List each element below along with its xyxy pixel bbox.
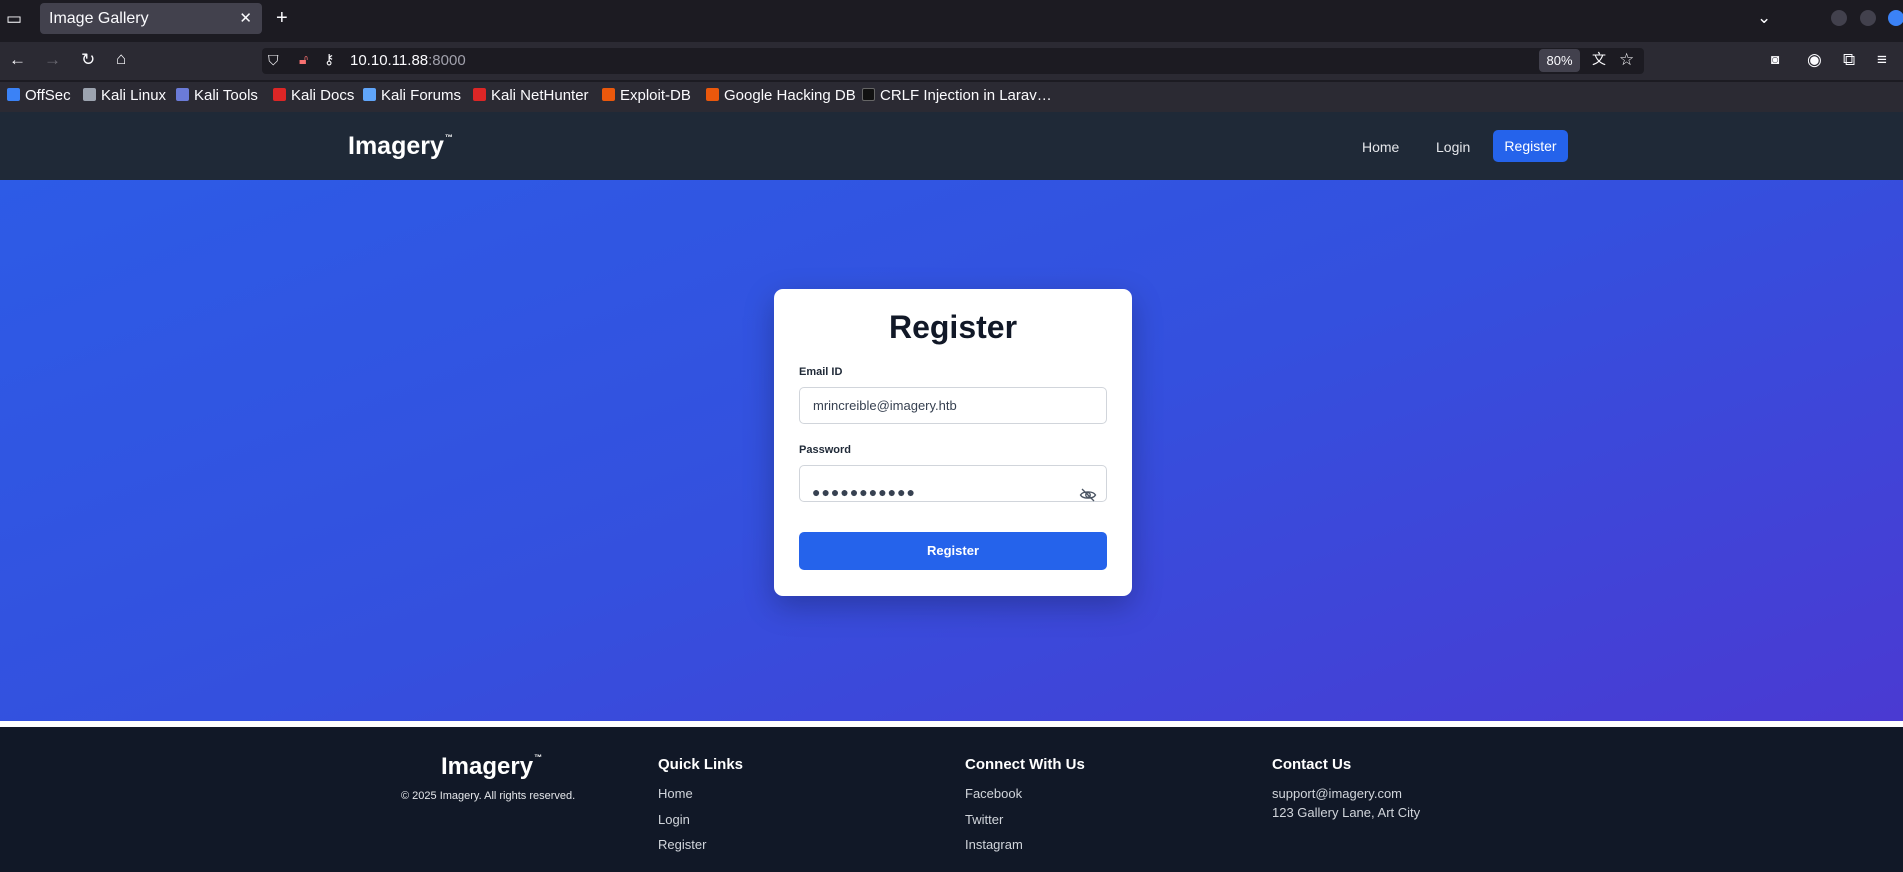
tab-title: Image Gallery — [49, 10, 149, 27]
close-icon[interactable]: ✕ — [239, 9, 252, 27]
url-text[interactable]: 10.10.11.88:8000 — [350, 52, 466, 69]
shield-icon[interactable]: ⛉ — [268, 53, 279, 67]
bookmark-label: Kali Linux — [101, 87, 167, 104]
footer-logo: Imagery™ — [441, 753, 542, 781]
password-label: Password — [799, 444, 851, 456]
nav-login-link[interactable]: Login — [1436, 139, 1470, 155]
menu-icon[interactable]: ≡ — [1877, 51, 1887, 68]
exploit-db-icon — [602, 88, 615, 101]
nav-home-link[interactable]: Home — [1362, 139, 1399, 155]
home-icon[interactable]: ⌂ — [116, 50, 126, 67]
lock-icon[interactable]: 🔓︎ — [299, 52, 308, 66]
quick-links-heading: Quick Links — [658, 756, 744, 773]
bookmark-kali-forums[interactable]: Kali Forums — [363, 87, 461, 104]
bookmark-label: Kali NetHunter — [491, 87, 589, 104]
bookmark-star-icon[interactable]: ☆ — [1619, 51, 1634, 68]
nethunter-icon — [473, 88, 486, 101]
footer-trademark: ™ — [534, 753, 543, 762]
close-window-button[interactable] — [1888, 10, 1903, 26]
toggle-password-visibility-icon[interactable] — [1079, 486, 1097, 504]
account-icon[interactable]: ◉ — [1807, 51, 1822, 68]
minimize-button[interactable] — [1831, 10, 1847, 26]
footer-link-register[interactable]: Register — [658, 837, 706, 852]
forward-icon[interactable]: → — [44, 51, 61, 68]
contact-address: 123 Gallery Lane, Art City — [1272, 805, 1421, 820]
register-card: Register Email ID Password ●●●●●●●●●●● R… — [774, 289, 1132, 596]
site-header — [0, 112, 1903, 180]
bookmark-kali-nethunter[interactable]: Kali NetHunter — [473, 87, 589, 104]
browser-tab-bar: ▭ Image Gallery ✕ + ⌄ — [0, 0, 1903, 37]
dev-icon — [862, 88, 875, 101]
email-label: Email ID — [799, 366, 843, 378]
kali-dragon-icon — [83, 88, 96, 101]
url-port: :8000 — [428, 52, 466, 69]
bookmark-google-hacking-db[interactable]: Google Hacking DB — [706, 87, 856, 104]
back-icon[interactable]: ← — [9, 51, 26, 68]
register-submit-button[interactable]: Register — [799, 532, 1107, 570]
bookmark-crlf-injection[interactable]: CRLF Injection in Larav… — [862, 87, 1052, 104]
footer-link-home[interactable]: Home — [658, 786, 693, 801]
bookmark-label: Kali Forums — [381, 87, 462, 104]
bookmark-label: OffSec — [25, 87, 71, 104]
password-value: ●●●●●●●●●●● — [812, 484, 917, 500]
kali-forums-icon — [363, 88, 376, 101]
kali-docs-icon — [273, 88, 286, 101]
bookmark-label: Kali Tools — [194, 87, 258, 104]
footer-link-instagram[interactable]: Instagram — [965, 837, 1023, 852]
brand-name: Imagery — [348, 132, 444, 160]
bookmark-exploit-db[interactable]: Exploit-DB — [602, 87, 691, 104]
bookmark-label: Exploit-DB — [620, 87, 691, 104]
url-bar[interactable] — [262, 48, 1644, 74]
footer-brand-name: Imagery — [441, 753, 534, 780]
connect-heading: Connect With Us — [965, 756, 1085, 773]
footer-link-login[interactable]: Login — [658, 812, 690, 827]
tab-overview-icon[interactable]: ▭ — [6, 10, 22, 27]
bookmark-label: Kali Docs — [291, 87, 355, 104]
register-title: Register — [888, 309, 1018, 345]
trademark: ™ — [444, 133, 453, 142]
browser-tab[interactable]: Image Gallery ✕ — [40, 3, 262, 34]
translate-icon[interactable]: 文 — [1592, 52, 1606, 66]
pocket-icon[interactable]: ◙ — [1771, 52, 1779, 66]
tab-list-chevron-icon[interactable]: ⌄ — [1757, 9, 1771, 26]
footer-link-facebook[interactable]: Facebook — [965, 786, 1022, 801]
site-logo[interactable]: Imagery™ — [348, 132, 453, 161]
extensions-icon[interactable]: ⧉ — [1843, 51, 1855, 68]
maximize-button[interactable] — [1860, 10, 1876, 26]
contact-email: support@imagery.com — [1272, 786, 1402, 801]
footer-link-twitter[interactable]: Twitter — [965, 812, 1003, 827]
email-field[interactable] — [799, 387, 1107, 424]
bookmark-kali-tools[interactable]: Kali Tools — [176, 87, 258, 104]
bookmark-offsec[interactable]: OffSec — [7, 87, 71, 104]
site-footer — [0, 727, 1903, 872]
zoom-level[interactable]: 80% — [1539, 49, 1580, 72]
reload-icon[interactable]: ↻ — [81, 51, 95, 68]
bookmark-kali-docs[interactable]: Kali Docs — [273, 87, 354, 104]
contact-heading: Contact Us — [1272, 756, 1352, 773]
bookmark-label: Google Hacking DB — [724, 87, 856, 104]
bookmark-kali-linux[interactable]: Kali Linux — [83, 87, 166, 104]
nav-register-button[interactable]: Register — [1493, 130, 1568, 162]
new-tab-icon[interactable]: + — [276, 8, 288, 28]
kali-tools-icon — [176, 88, 189, 101]
key-icon[interactable]: ⚷ — [324, 52, 334, 66]
ghdb-icon — [706, 88, 719, 101]
url-host: 10.10.11.88 — [350, 52, 429, 69]
bookmark-label: CRLF Injection in Larav… — [880, 87, 1052, 104]
offsec-icon — [7, 88, 20, 101]
footer-copyright: © 2025 Imagery. All rights reserved. — [401, 790, 576, 802]
